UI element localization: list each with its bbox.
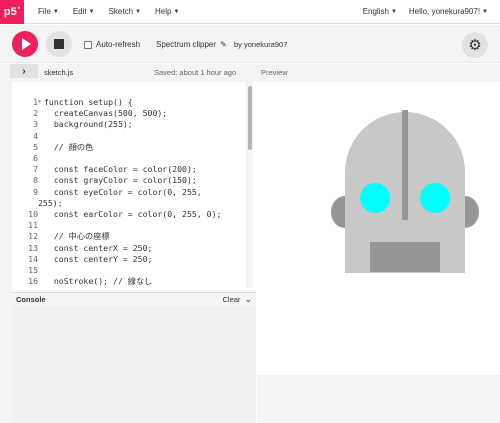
sketch-name-label: Spectrum clipper bbox=[156, 40, 217, 49]
code-text: const centerY = 250; bbox=[44, 253, 153, 264]
code-text: createCanvas(500, 500); bbox=[44, 108, 168, 119]
code-line[interactable]: 9 const eyeColor = color(0, 255, bbox=[12, 187, 256, 197]
right-eye bbox=[420, 183, 450, 213]
code-text: const grayColor = color(150); bbox=[44, 175, 197, 186]
code-text: const eyeColor = color(0, 255, bbox=[44, 186, 202, 197]
robot-face-drawing bbox=[331, 110, 479, 273]
code-line[interactable]: 3 background(255); bbox=[12, 119, 256, 129]
sketch-name[interactable]: Spectrum clipper ✎ bbox=[156, 40, 227, 49]
caret-down-icon: ▼ bbox=[390, 8, 397, 15]
line-number: 15 bbox=[28, 265, 38, 275]
line-number: 11 bbox=[28, 220, 38, 231]
line-number: 4 bbox=[33, 130, 38, 141]
code-text: const earColor = color(0, 255, 0); bbox=[44, 209, 222, 219]
autorefresh-checkbox[interactable] bbox=[84, 40, 92, 49]
menu-edit[interactable]: Edit ▼ bbox=[73, 7, 95, 16]
chevron-down-icon[interactable]: ⌄ bbox=[244, 294, 252, 305]
settings-button[interactable]: ⚙ bbox=[462, 32, 488, 58]
left-eye bbox=[360, 183, 390, 213]
console-title: Console bbox=[16, 295, 46, 304]
line-number: 2 bbox=[33, 108, 38, 119]
play-button[interactable] bbox=[12, 31, 38, 57]
code-editor[interactable]: 1 ▼ function setup() {2 createCanvas(500, … bbox=[12, 82, 256, 288]
pencil-icon[interactable]: ✎ bbox=[220, 40, 227, 49]
code-text: 255); bbox=[38, 197, 63, 208]
line-number: 13 bbox=[28, 242, 38, 253]
code-line[interactable]: 2 createCanvas(500, 500); bbox=[12, 108, 256, 118]
file-bar bbox=[0, 64, 500, 82]
stop-button[interactable] bbox=[46, 31, 72, 57]
file-name: sketch.js bbox=[44, 68, 74, 77]
sketch-author: by yonekura907 bbox=[234, 40, 288, 49]
code-line[interactable]: 7 const faceColor = color(200); bbox=[12, 164, 256, 174]
editor-scrollbar-thumb[interactable] bbox=[248, 86, 252, 150]
mouth bbox=[370, 242, 440, 272]
code-text: function setup() { bbox=[44, 97, 133, 107]
fold-toggle-icon[interactable]: ▼ bbox=[38, 97, 41, 107]
code-line[interactable]: 11 bbox=[12, 220, 256, 230]
preview-bottom-area bbox=[257, 375, 500, 423]
caret-down-icon: ▼ bbox=[52, 8, 59, 15]
code-line[interactable]: 12 // 中心の座標 bbox=[12, 231, 256, 241]
line-number: 16 bbox=[28, 276, 38, 287]
menu-help[interactable]: Help ▼ bbox=[155, 7, 179, 16]
console-clear-button[interactable]: Clear bbox=[223, 295, 241, 304]
code-line[interactable]: 15 bbox=[12, 265, 256, 275]
code-line[interactable]: 4 bbox=[12, 131, 256, 141]
code-text: background(255); bbox=[44, 119, 133, 130]
code-text: const centerX = 250; bbox=[44, 242, 153, 253]
menu-sketch[interactable]: Sketch ▼ bbox=[109, 7, 141, 16]
code-line[interactable]: 16 noStroke(); // 線なし bbox=[12, 276, 256, 286]
autorefresh-toggle[interactable]: Auto-refresh bbox=[84, 40, 140, 49]
main-menu: File ▼ Edit ▼ Sketch ▼ Help ▼ bbox=[38, 7, 179, 16]
preview-canvas[interactable] bbox=[257, 82, 500, 375]
saved-status: Saved: about 1 hour ago bbox=[154, 68, 237, 77]
code-line[interactable]: 5 // 顔の色 bbox=[12, 142, 256, 152]
toggle-files-button[interactable]: › bbox=[10, 64, 38, 78]
line-number: 9 bbox=[33, 186, 38, 197]
console-header: Console Clear ⌄ bbox=[12, 292, 256, 306]
code-line[interactable]: 6 bbox=[12, 153, 256, 163]
p5-logo[interactable]: p5 * bbox=[0, 0, 24, 24]
code-text: noStroke(); // 線なし bbox=[44, 276, 153, 287]
code-line[interactable]: 14 const centerY = 250; bbox=[12, 254, 256, 264]
line-number: 14 bbox=[28, 253, 38, 264]
left-gutter bbox=[0, 82, 12, 423]
chevron-right-icon: › bbox=[22, 65, 26, 77]
code-line[interactable]: 8 const grayColor = color(150); bbox=[12, 175, 256, 185]
menu-file[interactable]: File ▼ bbox=[38, 7, 59, 16]
console-output bbox=[12, 306, 256, 423]
stop-icon bbox=[54, 39, 64, 49]
preview-label: Preview bbox=[261, 68, 288, 77]
code-line[interactable]: 255); bbox=[12, 198, 256, 208]
line-number: 3 bbox=[33, 119, 38, 130]
line-number: 6 bbox=[33, 153, 38, 163]
code-text: const faceColor = color(200); bbox=[44, 164, 197, 175]
line-number: 12 bbox=[28, 231, 38, 242]
line-number: 1 bbox=[33, 97, 38, 107]
head-stripe bbox=[402, 110, 408, 220]
top-nav: p5 * File ▼ Edit ▼ Sketch ▼ Help ▼ English ▼ H… bbox=[0, 0, 500, 24]
language-menu[interactable]: English ▼ bbox=[363, 7, 397, 16]
user-menu[interactable]: Hello, yonekura907! ▼ bbox=[409, 7, 488, 16]
code-line[interactable]: 13 const centerX = 250; bbox=[12, 243, 256, 253]
gear-icon: ⚙ bbox=[468, 37, 482, 54]
line-number: 8 bbox=[33, 175, 38, 186]
line-number: 7 bbox=[33, 164, 38, 175]
code-line[interactable]: 1 ▼ function setup() { bbox=[12, 97, 256, 107]
code-line[interactable]: 10 const earColor = color(0, 255, 0); bbox=[12, 209, 256, 219]
caret-down-icon: ▼ bbox=[173, 8, 180, 15]
code-text: // 中心の座標 bbox=[44, 231, 110, 242]
caret-down-icon: ▼ bbox=[135, 8, 142, 15]
caret-down-icon: ▼ bbox=[88, 8, 95, 15]
code-text: // 顔の色 bbox=[44, 141, 94, 152]
play-icon bbox=[22, 38, 31, 50]
autorefresh-label: Auto-refresh bbox=[96, 40, 141, 49]
line-number: 10 bbox=[28, 209, 38, 219]
line-number: 5 bbox=[33, 141, 38, 152]
caret-down-icon: ▼ bbox=[482, 8, 488, 15]
